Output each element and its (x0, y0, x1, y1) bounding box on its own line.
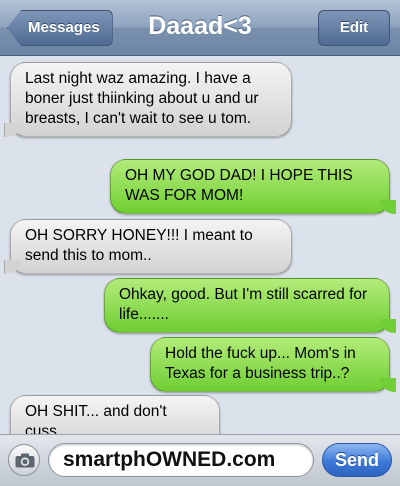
message-text: OH MY GOD DAD! I HOPE THIS WAS FOR MOM! (125, 167, 353, 204)
message-input-bar: smartphOWNED.com Send (0, 434, 400, 486)
navigation-bar: Messages Daaad<3 Edit (0, 0, 400, 56)
message-bubble-outgoing: Ohkay, good. But I'm still scarred for l… (104, 278, 396, 333)
message-bubble-incoming: OH SORRY HONEY!!! I meant to send this t… (4, 219, 292, 274)
send-button[interactable]: Send (322, 443, 392, 477)
message-text: Last night waz amazing. I have a boner j… (25, 70, 259, 127)
message-text: OH SORRY HONEY!!! I meant to send this t… (25, 227, 253, 264)
message-thread: Last night waz amazing. I have a boner j… (0, 56, 400, 450)
message-bubble-outgoing: Hold the fuck up... Mom's in Texas for a… (150, 337, 396, 392)
message-text: Hold the fuck up... Mom's in Texas for a… (165, 345, 356, 382)
message-text: Ohkay, good. But I'm still scarred for l… (119, 286, 368, 323)
message-input[interactable]: smartphOWNED.com (48, 443, 314, 477)
camera-icon (15, 453, 35, 468)
camera-button[interactable] (8, 444, 40, 476)
edit-button[interactable]: Edit (318, 10, 390, 46)
message-bubble-outgoing: OH MY GOD DAD! I HOPE THIS WAS FOR MOM! (110, 159, 396, 214)
message-bubble-incoming: Last night waz amazing. I have a boner j… (4, 62, 292, 137)
